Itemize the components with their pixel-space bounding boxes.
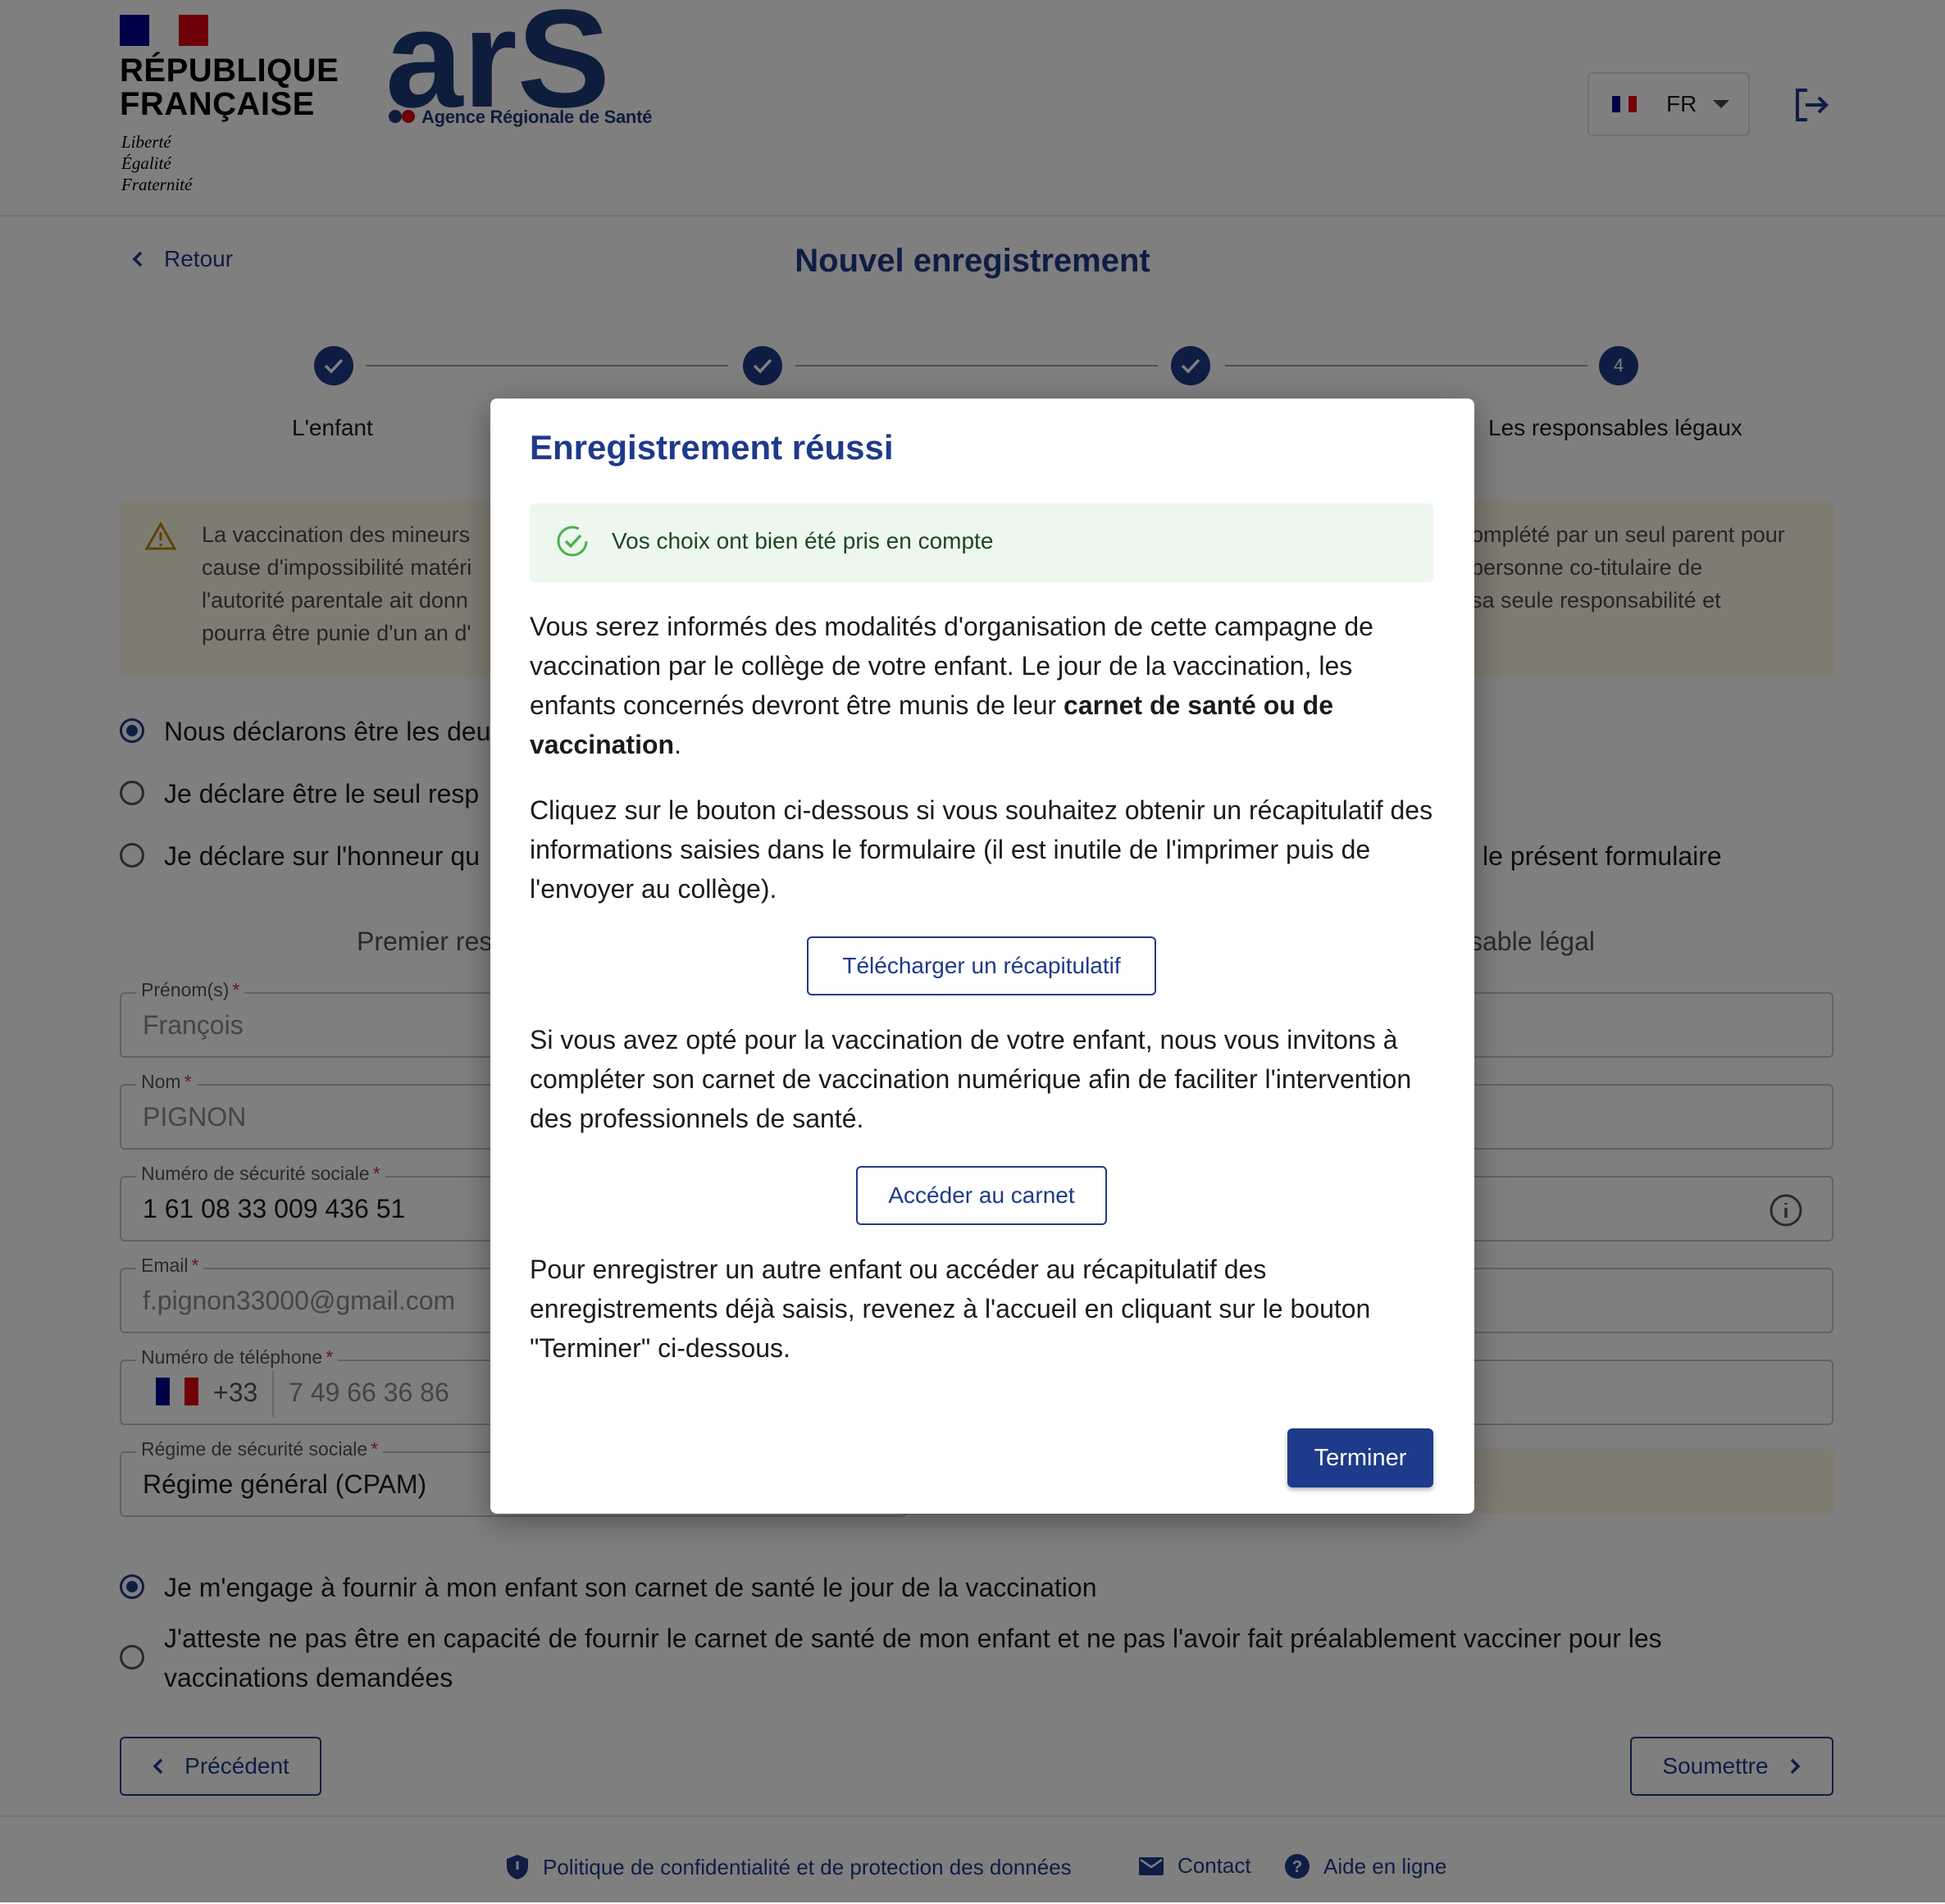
info-paragraph-1: Vous serez informés des modalités d'orga… <box>530 612 1373 759</box>
info-paragraph-4: Pour enregistrer un autre enfant ou accé… <box>530 1255 1371 1363</box>
download-summary-button[interactable]: Télécharger un récapitulatif <box>807 936 1156 995</box>
page: RÉPUBLIQUE FRANÇAISE Liberté Égalité Fra… <box>0 0 1945 1904</box>
success-alert: Vos choix ont bien été pris en compte <box>530 503 1433 582</box>
info-paragraph-3: Si vous avez opté pour la vaccination de… <box>530 1025 1412 1133</box>
success-dialog: Enregistrement réussi Vos choix ont bien… <box>490 399 1474 1514</box>
dialog-title: Enregistrement réussi <box>530 428 894 467</box>
info-paragraph-2: Cliquez sur le bouton ci-dessous si vous… <box>530 795 1433 904</box>
finish-button[interactable]: Terminer <box>1287 1428 1433 1487</box>
check-circle-icon <box>557 526 588 557</box>
open-carnet-button[interactable]: Accéder au carnet <box>856 1166 1107 1225</box>
